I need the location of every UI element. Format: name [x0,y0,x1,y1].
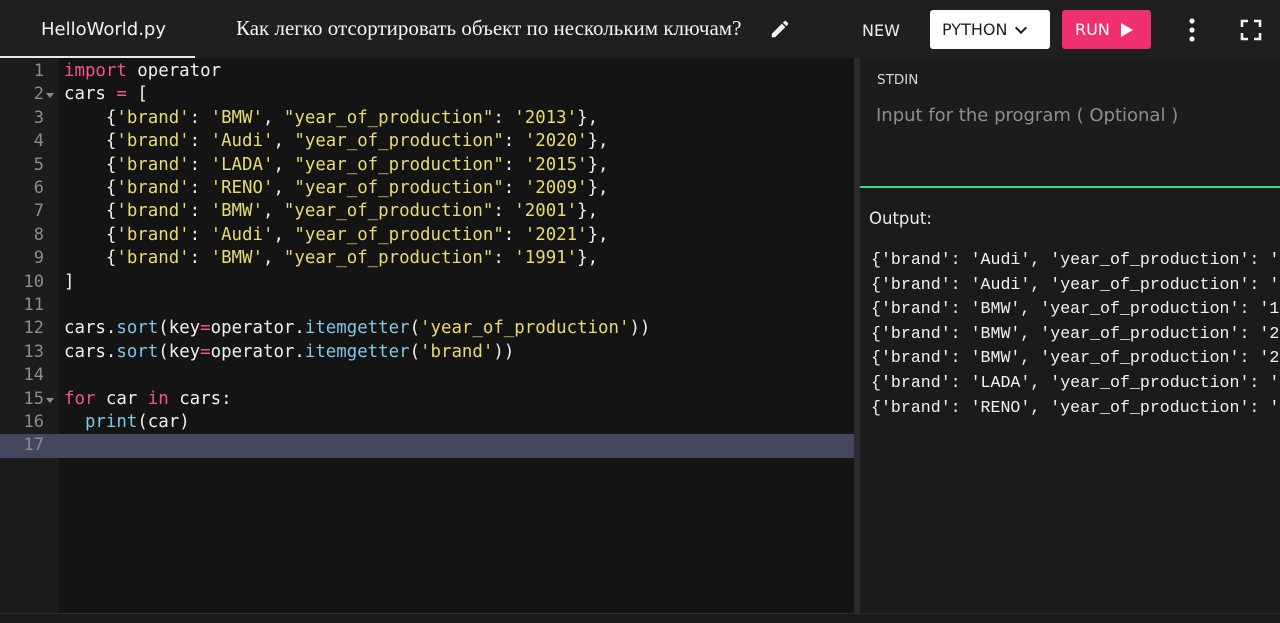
stdin-panel: STDIN [860,58,1280,188]
fold-arrow-icon[interactable] [46,396,54,404]
code-text: {'brand': 'BMW', "year_of_production": '… [64,248,599,269]
code-line[interactable]: 1 import operator [0,60,854,83]
line-number: 14 [23,365,44,386]
output-lines: {'brand': 'Audi', 'year_of_production': … [871,248,1280,420]
code-line[interactable]: 17 [0,434,854,458]
line-number: 10 [23,271,44,292]
run-button[interactable]: RUN [1062,10,1151,49]
code-line[interactable]: 14 [0,364,854,387]
more-vertical-icon[interactable] [1180,14,1204,46]
new-button[interactable]: NEW [848,11,914,49]
line-number: 11 [23,295,44,315]
code-text: cars.sort(key=operator.itemgetter('year_… [64,318,651,339]
top-bar: HelloWorld.py Как легко отсортировать об… [0,0,1280,58]
line-number: 9 [33,248,44,269]
code-text: print(car) [84,412,190,432]
fold-arrow-icon[interactable] [46,91,54,99]
pencil-icon[interactable] [769,18,791,40]
output-line: {'brand': 'Audi', 'year_of_production': … [871,274,1280,294]
code-line[interactable]: 9 {'brand': 'BMW', "year_of_production":… [0,247,854,270]
code-line[interactable]: 5 {'brand': 'LADA', "year_of_production"… [0,154,854,177]
code-line[interactable]: 7 {'brand': 'BMW', "year_of_production":… [0,200,854,223]
code-text: {'brand': 'Audi', "year_of_production": … [64,224,609,245]
code-text: {'brand': 'BMW', "year_of_production": '… [64,107,599,128]
code-text: cars.sort(key=operator.itemgetter('brand… [64,341,515,362]
line-number: 12 [23,318,44,339]
page-title[interactable]: Как легко отсортировать объект по нескол… [236,16,741,41]
code-line[interactable]: 12 cars.sort(key=operator.itemgetter('yea… [0,317,854,340]
file-tab[interactable]: HelloWorld.py [0,0,195,58]
code-text: import operator [64,61,222,81]
code-line[interactable]: 3 {'brand': 'BMW', "year_of_production":… [0,107,854,130]
output-line: {'brand': 'LADA', 'year_of_production': … [871,372,1280,392]
line-number: 15 [23,388,44,409]
code-editor[interactable]: 1 import operator 2 cars = [3 {'brand': 'BM… [0,58,854,613]
code-text: for car in cars: [64,388,232,409]
file-tab-label: HelloWorld.py [41,19,167,40]
output-line: {'brand': 'BMW', 'year_of_production': '… [871,299,1280,319]
output-line: {'brand': 'RENO', 'year_of_production': … [871,397,1280,417]
stdin-label: STDIN [877,72,919,88]
line-number: 16 [23,412,44,432]
line-number: 13 [23,341,44,362]
language-label: PYTHON [942,20,1008,39]
code-text: {'brand': 'BMW', "year_of_production": '… [64,201,599,222]
output-label: Output: [869,209,932,228]
code-text: {'brand': 'LADA', "year_of_production": … [64,154,609,175]
code-text: {'brand': 'RENO', "year_of_production": … [64,178,609,198]
line-number: 1 [33,61,44,81]
code-line[interactable]: 4 {'brand': 'Audi', "year_of_production"… [0,130,854,153]
line-number: 17 [0,434,44,458]
fullscreen-icon[interactable] [1239,18,1263,42]
code-line[interactable]: 16 print(car) [0,411,854,434]
code-line[interactable]: 10] [0,271,854,294]
code-line[interactable]: 15 for car in cars: [0,388,854,411]
bottom-bar [0,613,1280,623]
code-line[interactable]: 8 {'brand': 'Audi', "year_of_production"… [0,224,854,247]
code-line[interactable]: 13 cars.sort(key=operator.itemgetter('bra… [0,341,854,364]
output-line: {'brand': 'Audi', 'year_of_production': … [871,250,1280,269]
chevron-down-icon [1015,26,1028,34]
code-text: cars = [ [64,84,148,105]
line-number: 8 [33,224,44,245]
line-number: 5 [33,154,44,175]
run-label: RUN [1075,20,1110,39]
output-panel: Output: {'brand': 'Audi', 'year_of_produ… [860,188,1280,613]
language-select[interactable]: PYTHON [930,10,1050,49]
code-text: ] [64,271,75,292]
line-number: 3 [33,107,44,128]
line-number: 7 [33,201,44,222]
line-number: 2 [33,84,44,105]
stdin-input[interactable] [876,100,1276,130]
play-icon [1120,22,1133,37]
output-line: {'brand': 'BMW', 'year_of_production': '… [871,348,1280,368]
line-number: 6 [33,178,44,198]
line-number: 4 [33,131,44,152]
code-text: {'brand': 'Audi', "year_of_production": … [64,131,609,152]
code-line[interactable]: 11 [0,294,854,317]
code-line[interactable]: 6 {'brand': 'RENO', "year_of_production"… [0,177,854,200]
code-line[interactable]: 2 cars = [ [0,83,854,106]
output-line: {'brand': 'BMW', 'year_of_production': '… [871,323,1280,343]
